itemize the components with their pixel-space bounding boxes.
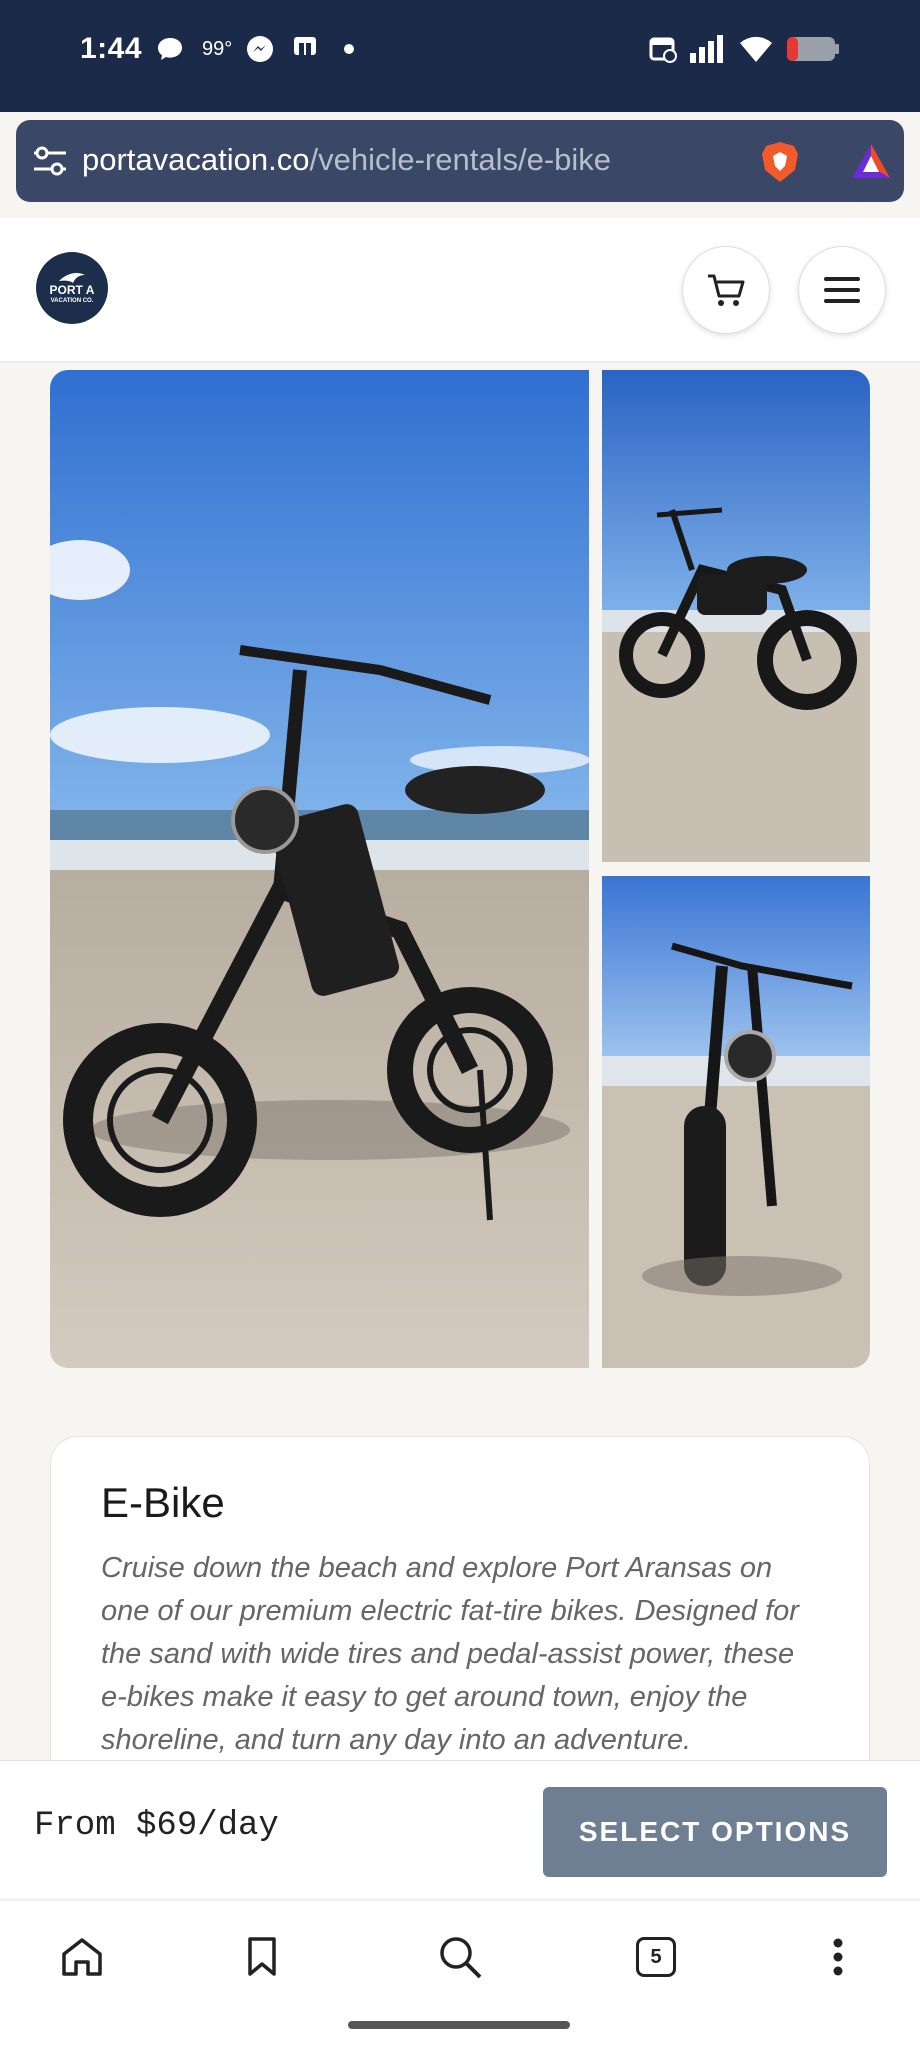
more-menu-button[interactable] xyxy=(808,1927,868,1987)
main-product-photo[interactable] xyxy=(50,370,589,1368)
url-domain: portavacation.co xyxy=(82,142,310,177)
bookmarks-button[interactable] xyxy=(232,1927,292,1987)
messenger-icon xyxy=(246,34,274,64)
home-button[interactable] xyxy=(52,1927,112,1987)
notification-icon xyxy=(290,34,320,64)
calendar-alarm-icon xyxy=(648,34,678,64)
more-vert-icon xyxy=(833,1938,843,1976)
gesture-bar[interactable] xyxy=(348,2021,570,2029)
browser-bottom-nav: 5 xyxy=(0,1900,920,2048)
url-path: /vehicle-rentals/e-bike xyxy=(309,142,612,177)
logo-text-2: VACATION CO. xyxy=(50,298,94,304)
battery-icon xyxy=(786,34,840,64)
purchase-bar: From $69/day SELECT OPTIONS xyxy=(0,1760,920,1898)
url-text[interactable]: portavacation.co/vehicle-rentals/e-bike xyxy=(82,142,611,178)
side-product-photo-1[interactable] xyxy=(602,370,870,862)
cart-button[interactable] xyxy=(682,246,770,334)
product-gallery xyxy=(50,370,870,1368)
site-header xyxy=(0,218,920,362)
brave-rewards-icon[interactable] xyxy=(848,138,894,184)
side-product-photo-2[interactable] xyxy=(602,876,870,1368)
price-label: From $69/day xyxy=(34,1807,279,1845)
address-bar[interactable]: portavacation.co/vehicle-rentals/e-bike xyxy=(16,120,904,202)
wifi-icon xyxy=(738,34,774,64)
chat-icon xyxy=(156,34,184,64)
search-icon xyxy=(440,1937,482,1979)
signal-icon xyxy=(688,34,726,64)
site-logo[interactable]: PORT A VACATION CO. xyxy=(36,252,108,324)
product-title: E-Bike xyxy=(101,1479,225,1526)
product-description: Cruise down the beach and explore Port A… xyxy=(101,1552,799,1756)
weather-temp: 99° xyxy=(202,37,233,60)
tab-count: 5 xyxy=(636,1937,676,1977)
status-bar: 1:44 99° xyxy=(0,0,920,112)
bookmark-icon xyxy=(248,1937,276,1976)
logo-text-1: PORT A xyxy=(49,283,95,297)
dot-icon xyxy=(344,34,354,64)
status-time: 1:44 xyxy=(80,32,143,65)
site-settings-icon[interactable] xyxy=(32,144,68,178)
hamburger-icon xyxy=(824,277,860,303)
home-icon xyxy=(62,1938,102,1976)
select-options-button[interactable]: SELECT OPTIONS xyxy=(543,1787,887,1877)
tabs-button[interactable]: 5 xyxy=(626,1927,686,1987)
brave-shields-icon[interactable] xyxy=(758,140,802,184)
search-button[interactable] xyxy=(430,1927,490,1987)
product-info-card: E-Bike Cruise down the beach and explore… xyxy=(50,1436,870,1796)
cart-icon xyxy=(708,274,745,306)
menu-button[interactable] xyxy=(798,246,886,334)
